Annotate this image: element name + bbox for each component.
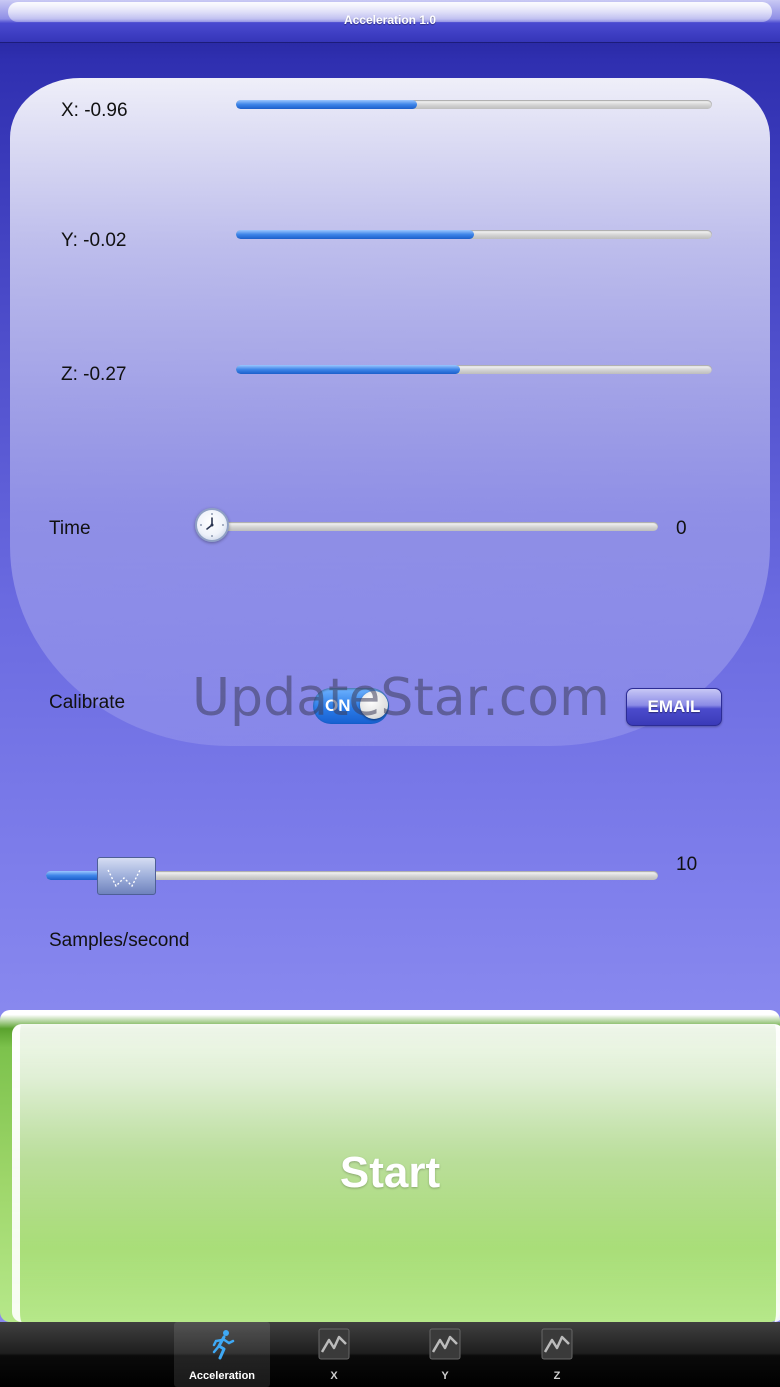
app-title: Acceleration 1.0: [343, 13, 437, 27]
start-button-label: Start: [339, 1148, 441, 1197]
clock-icon: [200, 513, 224, 537]
samples-slider-thumb[interactable]: [97, 857, 156, 895]
time-label: Time: [49, 518, 91, 539]
time-slider-thumb[interactable]: [195, 508, 229, 542]
graph-icon: [429, 1328, 461, 1360]
glass-panel: [10, 78, 770, 746]
email-button[interactable]: EMAIL: [626, 688, 722, 726]
samples-value: 10: [676, 854, 698, 875]
calibrate-label: Calibrate: [49, 692, 126, 713]
tab-label-z: Z: [553, 1370, 561, 1382]
z-readout-label: Z: -0.27: [61, 364, 127, 385]
tab-y[interactable]: Y: [397, 1322, 493, 1387]
x-progress-bar: [236, 100, 712, 109]
x-progress-fill: [236, 100, 417, 109]
waveform-icon: [107, 869, 141, 888]
tab-z[interactable]: Z: [509, 1322, 605, 1387]
tab-label-acceleration: Acceleration: [188, 1370, 256, 1382]
graph-icon: [318, 1328, 350, 1360]
tab-x[interactable]: X: [286, 1322, 382, 1387]
tab-acceleration[interactable]: Acceleration: [174, 1322, 270, 1387]
z-progress-fill: [236, 365, 460, 374]
runner-icon: [212, 1330, 235, 1360]
y-readout-label: Y: -0.02: [61, 230, 127, 251]
navigation-bar: Acceleration 1.0: [0, 0, 780, 43]
tab-label-y: Y: [441, 1370, 449, 1382]
tab-label-x: X: [330, 1370, 338, 1382]
z-progress-bar: [236, 365, 712, 374]
samples-label: Samples/second: [49, 930, 190, 951]
calibrate-toggle[interactable]: ON: [313, 688, 389, 724]
y-progress-bar: [236, 230, 712, 239]
tab-bar: Acceleration X Y Z: [0, 1322, 780, 1387]
toggle-knob: [360, 691, 388, 719]
y-progress-fill: [236, 230, 474, 239]
start-button[interactable]: Start: [0, 1010, 780, 1322]
time-slider-track[interactable]: [210, 522, 658, 531]
x-readout-label: X: -0.96: [61, 100, 128, 121]
time-value: 0: [676, 518, 687, 539]
graph-icon: [541, 1328, 573, 1360]
toggle-on-label: ON: [325, 696, 351, 715]
